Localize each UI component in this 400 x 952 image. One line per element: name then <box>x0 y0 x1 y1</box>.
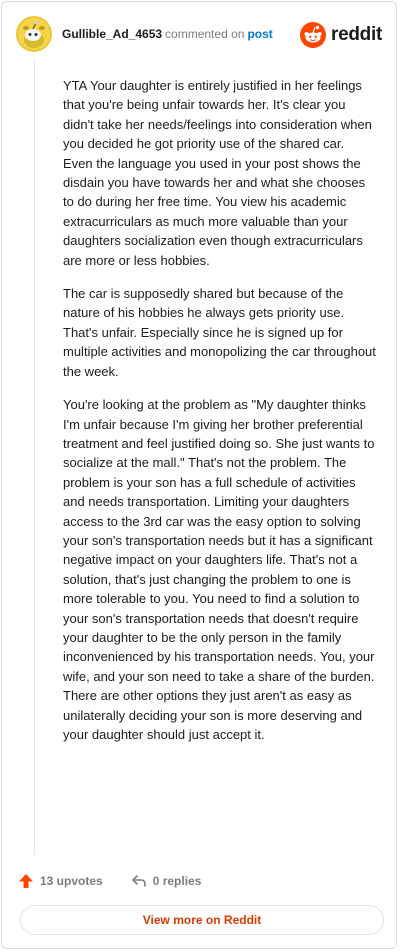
upvote-count: 13 upvotes <box>40 874 103 888</box>
username-link[interactable]: Gullible_Ad_4653 <box>62 27 162 41</box>
post-link[interactable]: post <box>247 27 272 41</box>
reply-count: 0 replies <box>152 874 202 888</box>
thread-line <box>34 58 35 855</box>
upvote-button[interactable]: 13 upvotes <box>18 873 103 889</box>
comment-actions: 13 upvotes 0 replies <box>18 869 201 893</box>
comment-header: Gullible_Ad_4653 commented on post reddit <box>16 16 382 52</box>
comment-paragraph: The car is supposedly shared but because… <box>63 286 376 379</box>
comment-paragraph: YTA Your daughter is entirely justified … <box>63 78 372 268</box>
reply-arrow-icon <box>131 875 146 887</box>
commented-on-text: commented on <box>165 27 245 41</box>
view-more-button[interactable]: View more on Reddit <box>20 905 384 935</box>
reddit-wordmark: reddit <box>331 24 382 45</box>
comment-body: YTA Your daughter is entirely justified … <box>63 76 377 758</box>
reddit-brand[interactable]: reddit <box>300 22 382 48</box>
comment-paragraph: You're looking at the problem as "My dau… <box>63 397 375 742</box>
upvote-arrow-icon <box>19 874 33 888</box>
embedded-comment-card: Gullible_Ad_4653 commented on post reddit … <box>1 1 397 949</box>
reply-button[interactable]: 0 replies <box>131 873 202 889</box>
reddit-logo-icon <box>300 22 327 48</box>
snoo-avatar-icon[interactable] <box>16 16 52 52</box>
comment-meta: Gullible_Ad_4653 commented on post <box>62 27 273 41</box>
